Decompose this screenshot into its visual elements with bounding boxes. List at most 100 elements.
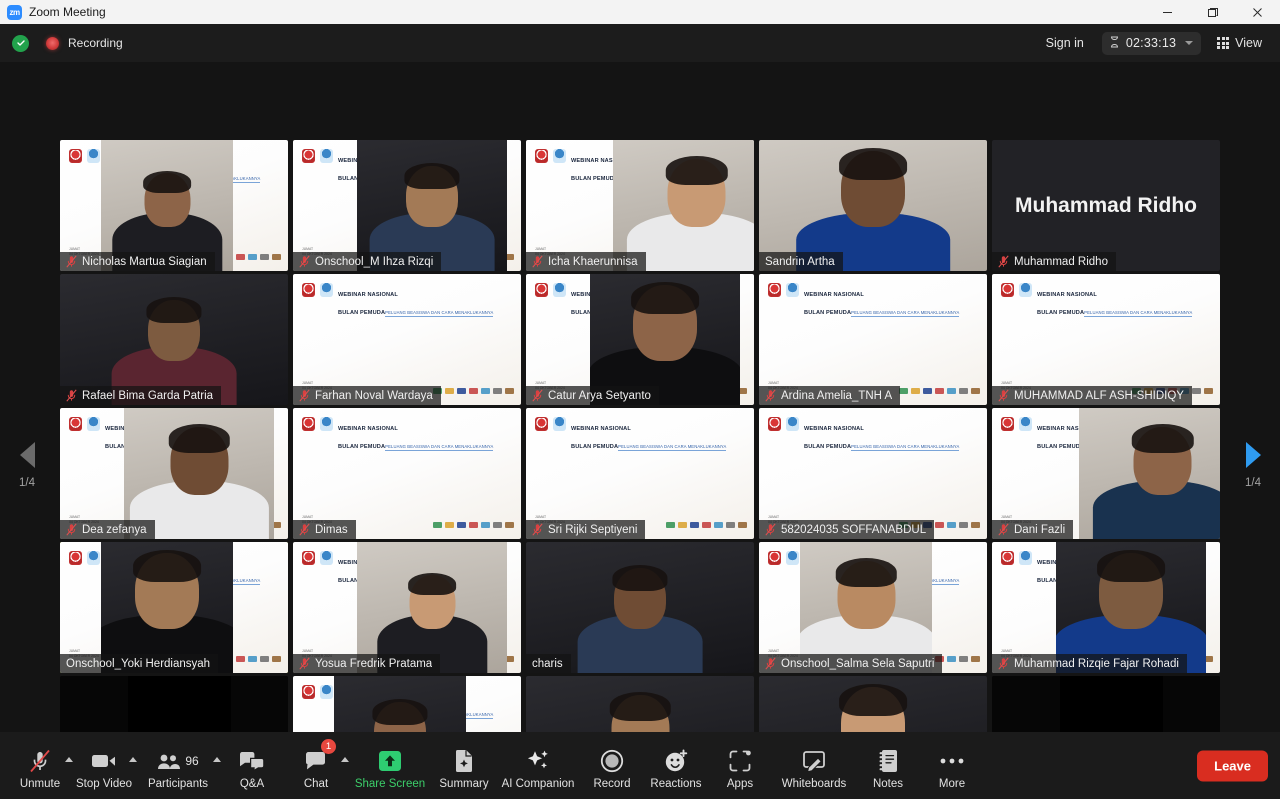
participant-name-bar: Muhammad Ridho (992, 252, 1116, 271)
sign-in-button[interactable]: Sign in (1036, 32, 1094, 54)
smiley-plus-icon (644, 748, 708, 774)
slide-title-line1: WEBINAR NASIONAL (338, 292, 398, 298)
recording-indicator[interactable]: Recording (46, 36, 123, 50)
speech-bubbles-icon (220, 748, 284, 774)
participant-tile-grid: WEBINAR NASIONALBULAN PEMUDAPELUANG BEAS… (60, 140, 1220, 799)
participant-name: Muhammad Ridho (1014, 255, 1108, 268)
participant-tile[interactable]: WEBINAR NASIONALBULAN PEMUDAPELUANG BEAS… (992, 408, 1220, 539)
participant-name-bar: Dea zefanya (60, 520, 155, 539)
shield-check-icon[interactable] (12, 34, 29, 52)
institution-logo-icon (302, 283, 315, 297)
page-indicator-right: 1/4 (1245, 477, 1261, 489)
toolbar-whiteboards-button[interactable]: Whiteboards (772, 741, 856, 790)
participant-tile[interactable]: WEBINAR NASIONALBULAN PEMUDAPELUANG BEAS… (992, 274, 1220, 405)
participant-name: Dimas (315, 523, 348, 536)
ellipsis-icon (920, 748, 984, 774)
participant-tile[interactable]: charis (526, 542, 754, 673)
participant-tile[interactable]: WEBINAR NASIONALBULAN PEMUDAPELUANG BEAS… (293, 542, 521, 673)
video-gallery: 1/4 1/4 WEBINAR NASIONALBULAN PEMUDAPELU… (0, 62, 1280, 799)
participant-tile[interactable]: WEBINAR NASIONALBULAN PEMUDAPELUANG BEAS… (526, 140, 754, 271)
participant-name: Onschool_M Ihza Rizqi (315, 255, 434, 268)
slide-title-line2: BULAN PEMUDA (571, 444, 619, 450)
mic-muted-icon (532, 523, 543, 536)
participant-tile[interactable]: WEBINAR NASIONALBULAN PEMUDAPELUANG BEAS… (60, 408, 288, 539)
toolbar-items: Unmute Stop Video 96 Participants Q&A 1 Chat Sh… (8, 739, 984, 790)
sparkle-icon (496, 748, 580, 774)
organization-logo-icon (1019, 551, 1032, 565)
participant-tile[interactable]: WEBINAR NASIONALBULAN PEMUDAPELUANG BEAS… (293, 408, 521, 539)
participant-tile[interactable]: WEBINAR NASIONALBULAN PEMUDAPELUANG BEAS… (526, 408, 754, 539)
toolbar-ai-companion-button[interactable]: AI Companion (496, 741, 580, 790)
participant-name: Yosua Fredrik Pratama (315, 657, 433, 670)
close-icon[interactable] (1235, 0, 1280, 24)
participant-name: charis (532, 657, 563, 670)
toolbar-qa-button[interactable]: Q&A (220, 741, 284, 790)
organization-logo-icon (1019, 283, 1032, 297)
organization-logo-icon (87, 551, 100, 565)
slide-footer-day: JUMAT (768, 514, 780, 519)
minimize-icon[interactable] (1145, 0, 1190, 24)
toolbar-notes-label: Notes (872, 778, 904, 790)
toolbar-more-button[interactable]: More (920, 741, 984, 790)
toolbar-record-button[interactable]: Record (580, 741, 644, 790)
slide-footer-day: JUMAT (535, 380, 547, 385)
participant-tile[interactable]: Rafael Bima Garda Patria (60, 274, 288, 405)
toolbar-unmute-label: Unmute (19, 778, 61, 790)
participant-name-bar: Yosua Fredrik Pratama (293, 654, 441, 673)
participant-name: Sri Rijki Septiyeni (548, 523, 638, 536)
participant-tile[interactable]: WEBINAR NASIONALBULAN PEMUDAPELUANG BEAS… (293, 274, 521, 405)
toolbar-more-label: More (938, 778, 966, 790)
toolbar-participants-button[interactable]: 96 Participants (136, 741, 221, 790)
chevron-down-icon[interactable] (1185, 41, 1194, 45)
participant-tile[interactable]: Sandrin Artha (759, 140, 987, 271)
participant-tile[interactable]: WEBINAR NASIONALBULAN PEMUDAPELUANG BEAS… (60, 140, 288, 271)
participant-tile[interactable]: WEBINAR NASIONALBULAN PEMUDAPELUANG BEAS… (759, 542, 987, 673)
participant-tile[interactable]: WEBINAR NASIONALBULAN PEMUDAPELUANG BEAS… (60, 542, 288, 673)
slide-footer-day: JUMAT (1001, 514, 1013, 519)
mic-muted-icon (998, 523, 1009, 536)
participant-tile[interactable]: Muhammad Ridho Muhammad Ridho (992, 140, 1220, 271)
slide-title-line2: BULAN PEMUDA (338, 444, 386, 450)
leave-button[interactable]: Leave (1197, 750, 1268, 781)
meeting-timer[interactable]: 02:33:13 (1101, 31, 1202, 55)
slide-title-line2: BULAN PEMUDA (804, 310, 852, 316)
toolbar-apps-button[interactable]: Apps (708, 741, 772, 790)
slide-title-line1: WEBINAR NASIONAL (571, 426, 631, 432)
mic-muted-icon (66, 255, 77, 268)
slide-footer-day: JUMAT (535, 246, 547, 251)
participant-tile[interactable]: WEBINAR NASIONALBULAN PEMUDAPELUANG BEAS… (526, 274, 754, 405)
mic-muted-icon (532, 255, 543, 268)
view-button[interactable]: View (1209, 32, 1270, 54)
toolbar-apps-label: Apps (726, 778, 754, 790)
participant-tile[interactable]: WEBINAR NASIONALBULAN PEMUDAPELUANG BEAS… (759, 274, 987, 405)
toolbar-notes-button[interactable]: Notes (856, 741, 920, 790)
participant-name-bar: Dani Fazli (992, 520, 1074, 539)
toolbar-summary-button[interactable]: Summary (432, 741, 496, 790)
institution-logo-icon (69, 149, 82, 163)
toolbar-reactions-button[interactable]: Reactions (644, 741, 708, 790)
participant-name-bar: MUHAMMAD ALF ASH-SHIDIQY (992, 386, 1192, 405)
organization-logo-icon (553, 417, 566, 431)
toolbar-stop-video-button[interactable]: Stop Video (72, 741, 137, 790)
sponsor-logos (433, 522, 514, 528)
toolbar-unmute-button[interactable]: Unmute (8, 741, 73, 790)
toolbar-chat-label: Chat (303, 778, 329, 790)
maximize-icon[interactable] (1190, 0, 1235, 24)
toolbar-stop-video-label: Stop Video (75, 778, 133, 790)
chevron-right-icon (1245, 442, 1261, 468)
toolbar-share-screen-button[interactable]: Share Screen (348, 741, 432, 790)
share-screen-icon (348, 748, 432, 774)
institution-logo-icon (302, 417, 315, 431)
participant-name-bar: Sri Rijki Septiyeni (526, 520, 646, 539)
slide-footer-day: JUMAT (535, 514, 547, 519)
participant-tile[interactable]: WEBINAR NASIONALBULAN PEMUDAPELUANG BEAS… (759, 408, 987, 539)
previous-page-control[interactable]: 1/4 (0, 442, 54, 489)
participant-tile[interactable]: WEBINAR NASIONALBULAN PEMUDAPELUANG BEAS… (992, 542, 1220, 673)
slide-title-line1: WEBINAR NASIONAL (338, 426, 398, 432)
unread-badge: 1 (321, 739, 336, 754)
toolbar-chat-button[interactable]: 1 Chat (284, 739, 349, 790)
participant-name: Rafael Bima Garda Patria (82, 389, 214, 402)
window-controls (1145, 0, 1280, 24)
next-page-control[interactable]: 1/4 (1226, 442, 1280, 489)
participant-tile[interactable]: WEBINAR NASIONALBULAN PEMUDAPELUANG BEAS… (293, 140, 521, 271)
